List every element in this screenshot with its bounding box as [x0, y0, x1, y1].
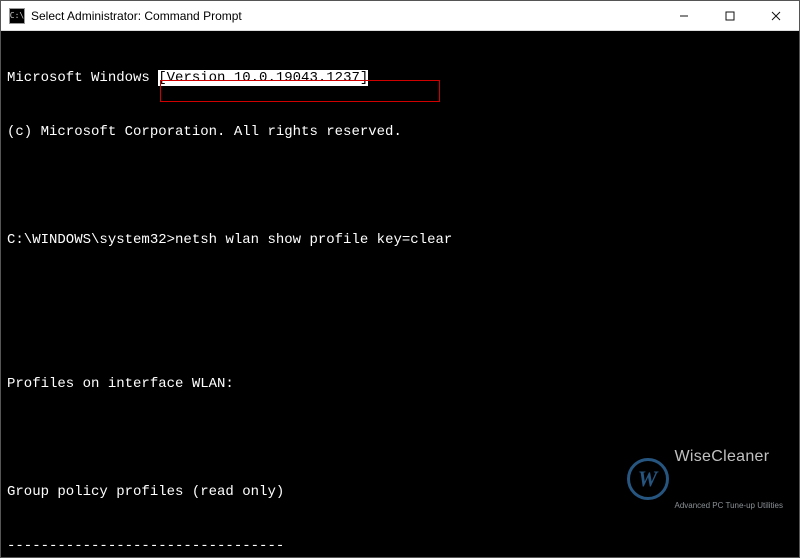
- prompt-line: C:\WINDOWS\system32>netsh wlan show prof…: [7, 231, 793, 249]
- close-button[interactable]: [753, 1, 799, 30]
- watermark-title: WiseCleaner: [675, 448, 784, 466]
- window-titlebar: C:\ Select Administrator: Command Prompt: [1, 1, 799, 31]
- watermark-subtitle: Advanced PC Tune-up Utilities: [675, 501, 784, 511]
- command-annotation-box: [160, 80, 440, 102]
- cmd-app-icon: C:\: [9, 8, 25, 24]
- watermark-logo: W WiseCleaner Advanced PC Tune-up Utilit…: [627, 412, 784, 547]
- minimize-button[interactable]: [661, 1, 707, 30]
- console-output[interactable]: Microsoft Windows [Version 10.0.19043.12…: [1, 31, 799, 557]
- entered-command: netsh wlan show profile key=clear: [175, 232, 452, 248]
- maximize-button[interactable]: [707, 1, 753, 30]
- profiles-header: Profiles on interface WLAN:: [7, 375, 793, 393]
- wisecleaner-badge-icon: W: [627, 458, 669, 500]
- window-title: Select Administrator: Command Prompt: [31, 9, 242, 23]
- window-controls: [661, 1, 799, 30]
- copyright-line: (c) Microsoft Corporation. All rights re…: [7, 123, 793, 141]
